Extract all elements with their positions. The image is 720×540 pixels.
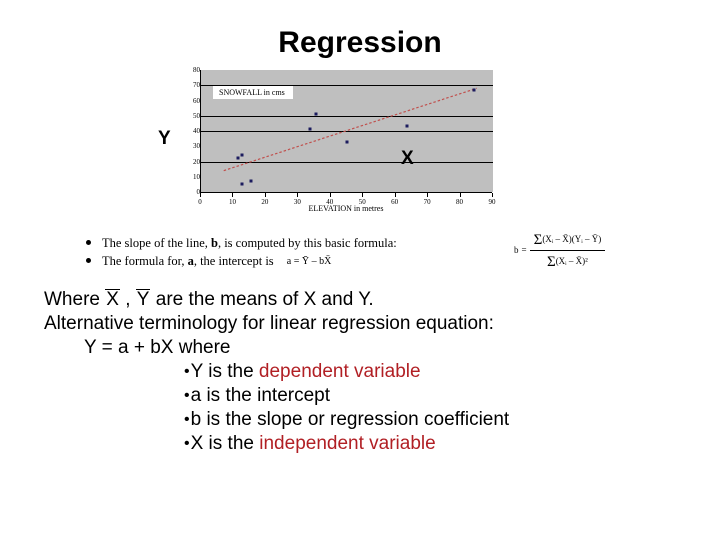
variable-definition-item: •X is the independent variable [44, 432, 684, 456]
x-tick-mark [264, 193, 266, 197]
x-tick-mark [492, 193, 493, 197]
bullet-dot-icon: • [184, 411, 190, 429]
numerator-body: (Xᵢ – X̄)(Yᵢ – Ȳ) [542, 234, 602, 244]
bullet-dot-icon: • [184, 435, 190, 453]
x-tick-mark [329, 193, 331, 197]
definition-text: b is the slope or regression coefficient [190, 409, 510, 431]
x-bar-symbol: X [105, 289, 120, 310]
x-axis-label: X [401, 148, 414, 169]
regression-scatter-chart: Y 80 70 60 50 40 30 20 10 0 SNOWFALL in cms X 01… [150, 66, 510, 218]
regression-equation-line: Y = a + bX where [84, 337, 231, 358]
data-point [308, 127, 312, 131]
definition-highlight: dependent variable [258, 361, 421, 383]
numerator-sigma-icon: Σ [533, 231, 543, 248]
x-tick-mark [362, 193, 364, 197]
x-tick-mark [394, 193, 396, 197]
x-tick-mark [200, 193, 201, 197]
y-tick-label: 60 [193, 96, 200, 105]
y-tick-label: 10 [193, 172, 200, 181]
variable-definition-list: •Y is the dependent variable •a is the in… [44, 360, 684, 456]
body-text-block: Where X , Y are the means of X and Y. Al… [44, 288, 684, 456]
slope-formula-bullet: The slope of the line, b, is computed by… [84, 232, 684, 270]
y-tick-label: 50 [193, 111, 200, 120]
y-tick-label: 30 [193, 142, 200, 151]
means-definition-line: Where X , Y are the means of X and Y. [44, 288, 684, 312]
intercept-text-after: , the intercept is [193, 254, 274, 268]
y-tick-label: 70 [193, 81, 200, 90]
page-title: Regression [278, 26, 442, 59]
x-tick-mark [459, 193, 461, 197]
alternative-terminology-line: Alternative terminology for linear regre… [44, 313, 494, 334]
means-text-mid: , [119, 289, 136, 310]
y-tick-label: 20 [193, 157, 200, 166]
fraction-numerator: Σ(Xᵢ – X̄)(Yᵢ – Ȳ) [529, 230, 606, 251]
y-axis-label: Y [158, 128, 171, 149]
y-axis-tick-labels: 80 70 60 50 40 30 20 10 0 [178, 66, 202, 196]
intercept-formula-bullet: The formula for, a, the intercept is a =… [84, 252, 684, 271]
data-point [472, 88, 476, 92]
bullet-dot-icon [86, 240, 91, 245]
data-point [236, 156, 240, 160]
intercept-text-before: The formula for, [102, 254, 188, 268]
x-tick-mark [232, 193, 234, 197]
data-point [249, 179, 253, 183]
slope-text-before: The slope of the line, [102, 236, 211, 250]
definition-highlight: independent variable [259, 433, 436, 455]
variable-definition-item: •b is the slope or regression coefficien… [44, 408, 684, 432]
formula-bullet-list: The slope of the line, b, is computed by… [84, 232, 684, 271]
y-bar-symbol: Y [135, 289, 151, 310]
x-tick-mark [427, 193, 429, 197]
x-tick-mark [297, 193, 299, 197]
intercept-equation: a = Ȳ – bX̄ [286, 256, 332, 268]
data-point [314, 112, 318, 116]
definition-text: Y is the [190, 361, 259, 383]
variable-definition-item: •a is the intercept [44, 384, 684, 408]
data-point [345, 140, 349, 144]
means-text-a: Where [44, 289, 106, 310]
plot-area: SNOWFALL in cms X [200, 70, 493, 192]
variable-definition-item: •Y is the dependent variable [44, 360, 684, 384]
definition-text: X is the [190, 433, 260, 455]
slope-symbol-bold: b [211, 236, 218, 250]
data-point [405, 124, 409, 128]
data-point [240, 153, 244, 157]
y-tick-label: 40 [193, 127, 200, 135]
bullet-dot-icon [86, 258, 91, 263]
means-text-b: are the means of X and Y. [150, 289, 374, 310]
definition-text: a is the intercept [190, 385, 331, 407]
data-point [240, 182, 244, 186]
x-axis-title: ELEVATION in metres [308, 204, 384, 213]
series-legend-label: SNOWFALL in cms [213, 86, 293, 99]
bullet-dot-icon: • [184, 387, 190, 405]
y-tick-label: 80 [193, 66, 200, 74]
slope-text-after: , is computed by this basic formula: [217, 236, 397, 250]
bullet-dot-icon: • [184, 363, 190, 380]
